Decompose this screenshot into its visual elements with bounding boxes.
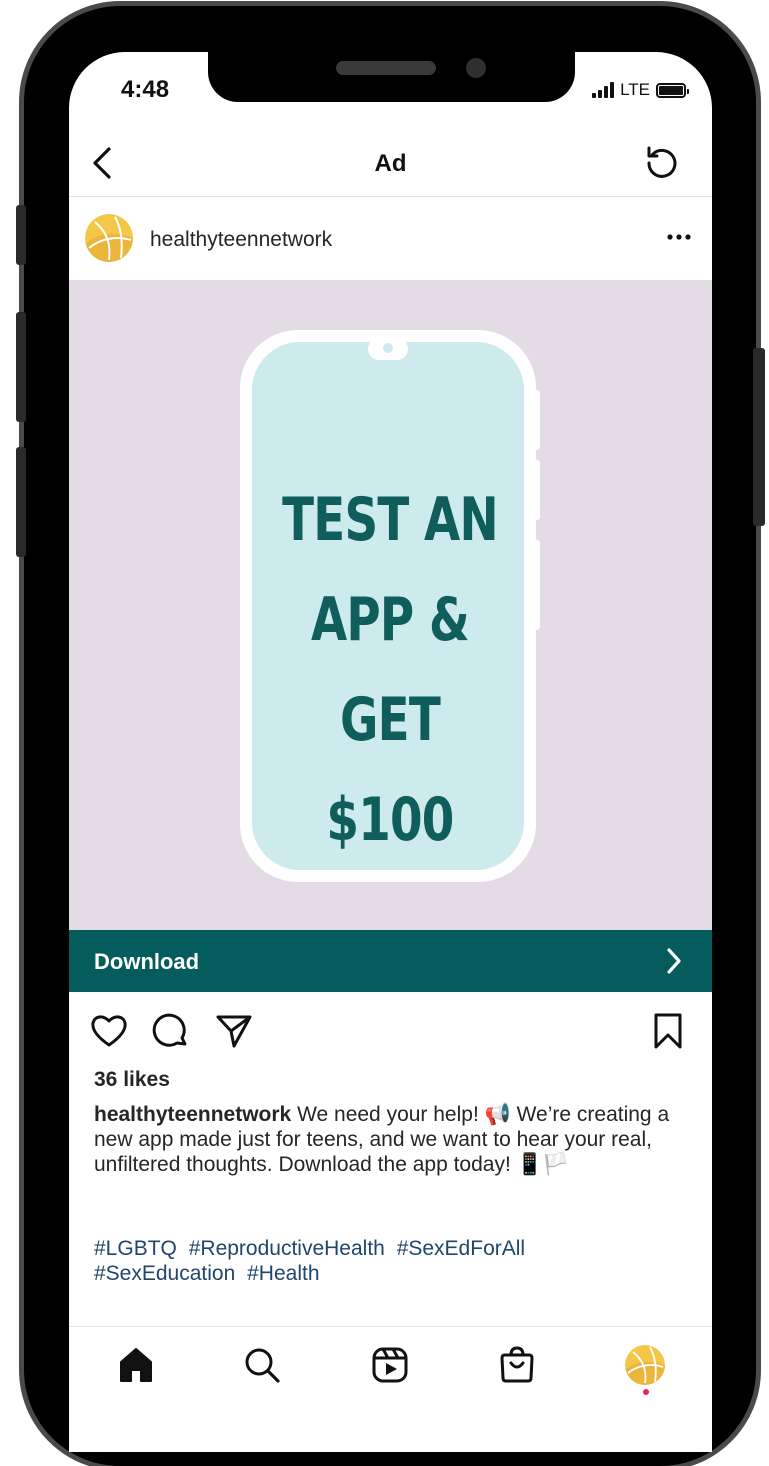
headline-line-2: APP & xyxy=(310,585,470,655)
notch xyxy=(208,52,575,102)
avatar[interactable] xyxy=(85,214,133,262)
reels-icon[interactable] xyxy=(370,1345,410,1385)
speaker-grille xyxy=(336,61,436,75)
headline-line-1: TEST AN xyxy=(282,485,499,555)
profile-icon[interactable] xyxy=(625,1345,665,1385)
caption: healthyteennetwork We need your help! 📢 … xyxy=(94,1102,684,1177)
headline-line-3: GET $100 xyxy=(326,685,454,855)
page-title: Ad xyxy=(374,150,407,177)
notification-dot xyxy=(643,1389,649,1395)
ad-headline: TEST AN APP & GET $100 xyxy=(240,470,540,870)
hashtag-link[interactable]: #Health xyxy=(247,1262,319,1285)
heart-icon[interactable] xyxy=(90,1012,128,1050)
front-camera xyxy=(466,58,486,78)
hashtag-link[interactable]: #ReproductiveHealth xyxy=(189,1237,385,1260)
comment-icon[interactable] xyxy=(152,1012,190,1050)
hashtag-link[interactable]: #SexEdForAll xyxy=(397,1237,525,1260)
signal-icon xyxy=(592,82,615,98)
screen: 4:48 LTE Ad healthyteennetwork TEST AN A… xyxy=(69,52,712,1452)
home-icon[interactable] xyxy=(116,1345,156,1385)
more-icon[interactable] xyxy=(666,233,692,241)
bookmark-icon[interactable] xyxy=(649,1012,687,1050)
search-icon[interactable] xyxy=(242,1345,282,1385)
post-username[interactable]: healthyteennetwork xyxy=(150,228,332,252)
caption-username[interactable]: healthyteennetwork xyxy=(94,1103,291,1126)
ad-image[interactable]: TEST AN APP & GET $100 xyxy=(69,280,712,930)
hashtags: #LGBTQ #ReproductiveHealth #SexEdForAll … xyxy=(94,1236,684,1286)
bottom-tab-bar xyxy=(69,1327,712,1417)
hashtag-link[interactable]: #LGBTQ xyxy=(94,1237,177,1260)
share-icon[interactable] xyxy=(215,1012,253,1050)
post-actions xyxy=(69,1007,712,1057)
post-header: healthyteennetwork xyxy=(69,197,712,280)
status-indicators: LTE xyxy=(592,80,689,100)
cta-label: Download xyxy=(94,949,200,974)
battery-fill xyxy=(659,85,683,95)
battery-icon xyxy=(656,82,689,98)
silent-switch xyxy=(16,205,26,265)
power-button xyxy=(753,348,765,526)
status-time: 4:48 xyxy=(121,76,170,103)
chevron-right-icon xyxy=(667,948,681,974)
top-nav: Ad xyxy=(69,132,712,196)
shop-icon[interactable] xyxy=(497,1345,537,1385)
volume-up-button xyxy=(16,312,26,422)
refresh-icon[interactable] xyxy=(642,142,682,182)
hashtag-link[interactable]: #SexEducation xyxy=(94,1262,235,1285)
likes-count[interactable]: 36 likes xyxy=(94,1068,170,1092)
volume-down-button xyxy=(16,447,26,557)
network-label: LTE xyxy=(620,80,650,99)
download-button[interactable]: Download xyxy=(69,930,712,992)
